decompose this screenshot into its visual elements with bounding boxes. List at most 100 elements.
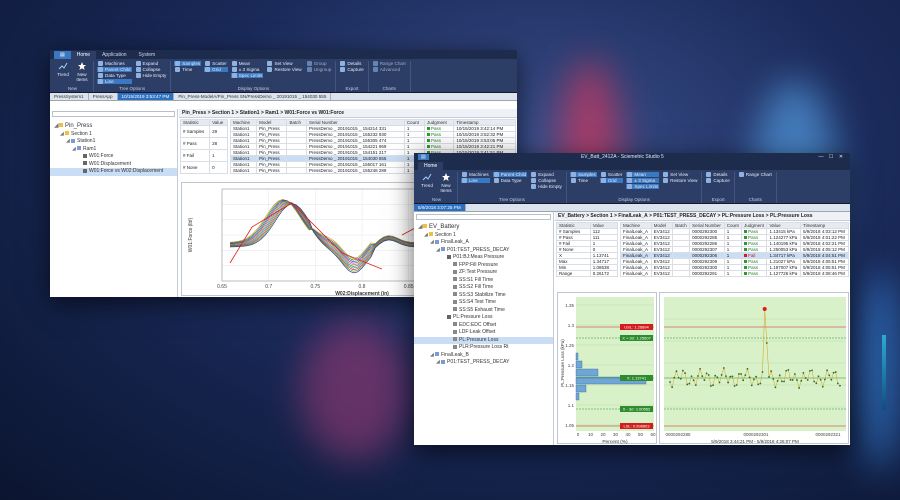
tab-system[interactable]: System xyxy=(133,51,162,59)
tree-item[interactable]: SS:S1 Fill Time xyxy=(414,277,553,285)
data-point[interactable] xyxy=(783,380,785,383)
capture-button[interactable]: Capture xyxy=(705,178,730,183)
tree-item[interactable]: ◢ Station1 xyxy=(50,138,177,146)
data-point[interactable] xyxy=(770,370,773,373)
data-point[interactable] xyxy=(759,382,762,385)
data-point[interactable] xyxy=(735,384,738,386)
time-toggle[interactable]: Time xyxy=(570,178,597,183)
doc-tab[interactable]: PressSystem1 xyxy=(50,93,89,100)
expand-button[interactable]: Expand xyxy=(530,172,563,177)
data-point[interactable] xyxy=(679,377,682,380)
doc-tab[interactable]: Pin_Press-ModelA/Pin_Press SN/PressDemo … xyxy=(174,93,332,100)
data-point[interactable] xyxy=(692,379,695,382)
restore-view-button[interactable]: Restore View xyxy=(662,178,698,183)
trend-button[interactable]: Trend xyxy=(419,172,435,197)
tree-item[interactable]: W01:Force vs W02:Displacement xyxy=(50,168,177,176)
tree-item[interactable]: W01:Displacement xyxy=(50,161,177,169)
range-chart-button[interactable]: Range Chart xyxy=(372,61,407,66)
tree-item[interactable]: LDF:Leak Offset xyxy=(414,329,553,337)
new-items-button[interactable]: New Items xyxy=(438,172,454,197)
data-point[interactable] xyxy=(688,382,691,385)
data-point[interactable] xyxy=(839,384,841,387)
data-point[interactable] xyxy=(789,378,792,381)
data-type-toggle[interactable]: Data Type xyxy=(97,73,132,78)
column-header[interactable]: Serial Number xyxy=(689,222,725,229)
data-point[interactable] xyxy=(830,378,833,381)
grid-toggle[interactable]: Grid xyxy=(599,178,624,183)
tree-item[interactable]: SS:S5 Exhaust Time xyxy=(414,307,553,315)
data-point[interactable] xyxy=(780,380,783,383)
details-button[interactable]: Details xyxy=(339,61,364,66)
data-point[interactable] xyxy=(828,374,831,377)
app-menu-button[interactable]: ▤ xyxy=(418,154,429,160)
ungroup-button[interactable]: Ungroup xyxy=(306,67,333,72)
data-point[interactable] xyxy=(731,375,734,378)
machines-toggle[interactable]: Machines xyxy=(461,172,490,177)
data-point[interactable] xyxy=(761,371,764,373)
data-point[interactable] xyxy=(712,384,714,387)
data-point[interactable] xyxy=(811,369,813,372)
mean-toggle[interactable]: Mean xyxy=(626,172,660,177)
tree-item[interactable]: ◢ FinalLeak_B xyxy=(414,352,553,360)
tree-search-input[interactable] xyxy=(52,111,175,117)
data-point[interactable] xyxy=(701,375,704,378)
tree-item[interactable]: PLR:Pressure Loss Rt xyxy=(414,344,553,352)
line-toggle[interactable]: Line xyxy=(461,178,490,183)
tree-item[interactable]: ◢ Section 1 xyxy=(50,131,177,139)
minimize-icon[interactable]: — xyxy=(816,154,826,160)
tab-application[interactable]: Application xyxy=(96,51,132,59)
time-toggle[interactable]: Time xyxy=(174,67,201,72)
restore-view-button[interactable]: Restore View xyxy=(266,67,302,72)
data-point[interactable] xyxy=(793,373,796,375)
data-point[interactable] xyxy=(714,374,717,377)
data-point[interactable] xyxy=(746,368,749,370)
data-point[interactable] xyxy=(817,375,820,378)
data-point[interactable] xyxy=(778,374,781,377)
data-point[interactable] xyxy=(694,384,697,387)
sigma-toggle[interactable]: ± 3 Sigma xyxy=(626,178,660,183)
tree-item[interactable]: EDC:EDC Offset xyxy=(414,322,553,330)
tree-item[interactable]: ◢ Section 1 xyxy=(414,232,553,240)
tree-item[interactable]: ◢ Ram1 xyxy=(50,146,177,154)
doc-tab[interactable]: PressApp xyxy=(89,93,118,100)
data-point[interactable] xyxy=(675,370,678,373)
tree-item[interactable]: FPP:Fill Pressure xyxy=(414,262,553,270)
tree-item[interactable]: ◢ P01:TEST_PRESS_DECAY xyxy=(414,359,553,367)
data-point[interactable] xyxy=(750,384,753,387)
data-point[interactable] xyxy=(753,378,755,381)
data-point[interactable] xyxy=(824,378,826,381)
data-point[interactable] xyxy=(733,385,736,387)
data-point[interactable] xyxy=(697,375,699,377)
tree-item[interactable]: ◢ EV_Battery xyxy=(414,224,553,232)
tree-item[interactable]: PL:Pressure Loss xyxy=(414,336,553,344)
data-point[interactable] xyxy=(804,377,807,379)
range-chart-button[interactable]: Range Chart xyxy=(738,172,773,177)
data-point[interactable] xyxy=(740,373,742,375)
data-point[interactable] xyxy=(819,378,822,381)
capture-button[interactable]: Capture xyxy=(339,67,364,72)
data-point[interactable] xyxy=(718,381,721,384)
data-point[interactable] xyxy=(682,369,684,372)
samples-toggle[interactable]: Samples xyxy=(569,172,597,177)
scatter-toggle[interactable]: Scatter xyxy=(600,172,624,177)
data-point[interactable] xyxy=(808,370,811,372)
data-point[interactable] xyxy=(716,376,719,379)
expand-button[interactable]: Expand xyxy=(135,61,168,66)
data-point[interactable] xyxy=(699,367,702,370)
tree-item[interactable]: P01:BJ:Meas Pressure xyxy=(414,254,553,262)
data-point[interactable] xyxy=(821,385,824,388)
data-point[interactable] xyxy=(787,369,790,371)
data-point[interactable] xyxy=(684,372,686,374)
data-point[interactable] xyxy=(671,386,674,389)
data-point[interactable] xyxy=(677,376,680,379)
data-point[interactable] xyxy=(772,378,775,380)
table-row[interactable]: Station1 Pin_Press PressDemo _ 20191015 _ … xyxy=(229,143,516,150)
hide-empty-toggle[interactable]: Hide Empty xyxy=(530,184,563,189)
tree-item[interactable]: SS:S2 Fill Time xyxy=(414,284,553,292)
data-point[interactable] xyxy=(729,375,732,378)
group-button[interactable]: Group xyxy=(306,61,333,66)
data-point[interactable] xyxy=(707,374,710,376)
data-point[interactable] xyxy=(757,383,760,386)
data-point[interactable] xyxy=(768,376,770,378)
tree-item[interactable]: ZF:Test Pressure xyxy=(414,269,553,277)
